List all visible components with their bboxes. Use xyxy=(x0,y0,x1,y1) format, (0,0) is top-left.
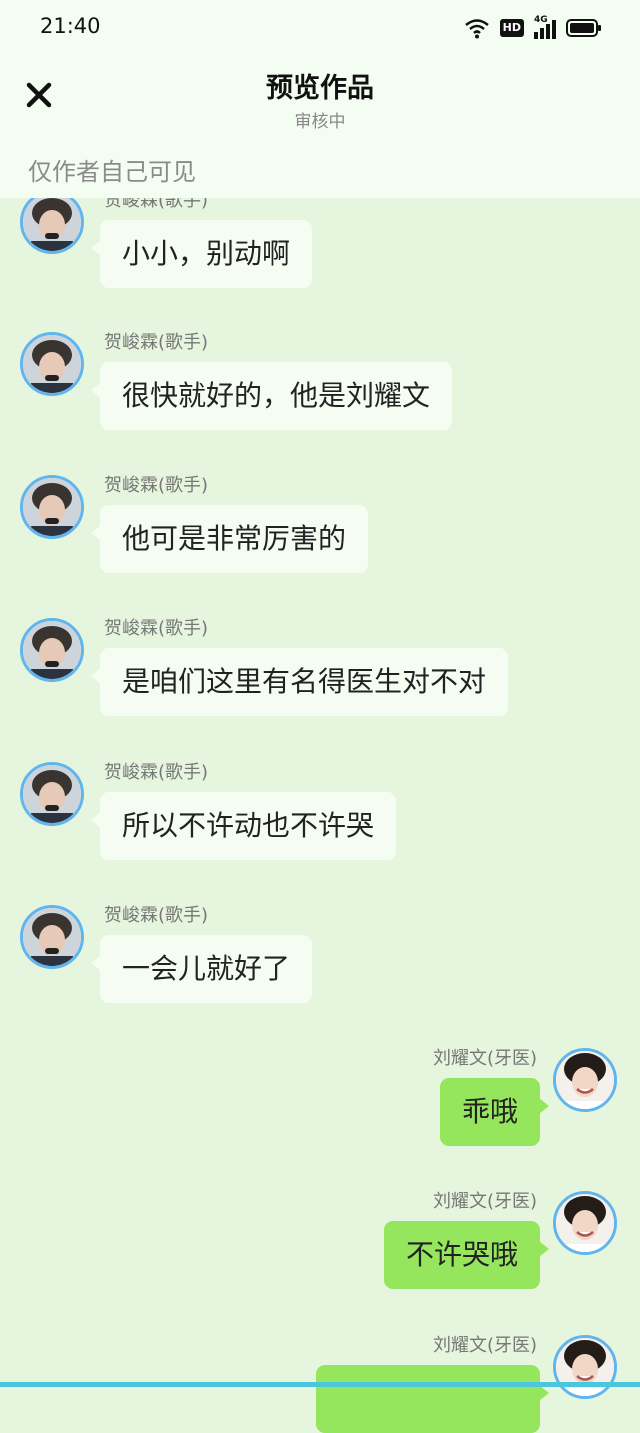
dentist-avatar[interactable] xyxy=(553,1335,617,1399)
singer-avatar[interactable] xyxy=(20,618,84,682)
message-bubble[interactable]: 一会儿就好了 xyxy=(90,935,313,1003)
message-bubble[interactable]: 很快就好的，他是刘耀文 xyxy=(90,362,453,430)
sender-name: 贺峻霖(歌手) xyxy=(104,762,209,783)
status-time: 21:40 xyxy=(40,14,101,38)
sender-name: 刘耀文(牙医) xyxy=(432,1335,537,1356)
sender-name: 贺峻霖(歌手) xyxy=(104,905,209,926)
singer-avatar[interactable] xyxy=(20,905,84,969)
message-bubble[interactable]: 他可是非常厉害的 xyxy=(90,505,369,573)
network-label: 4G xyxy=(534,15,548,25)
singer-avatar[interactable] xyxy=(20,332,84,396)
page-title: 预览作品 xyxy=(266,73,374,104)
singer-avatar[interactable] xyxy=(20,475,84,539)
chat-area[interactable]: 贺峻霖(歌手) 小小，别动啊 贺峻霖(歌手) 很快就好的，他是刘耀文 贺峻霖(歌… xyxy=(0,0,640,1433)
sender-name: 贺峻霖(歌手) xyxy=(104,618,209,639)
status-icons: HD 4G xyxy=(464,14,602,42)
message-bubble[interactable]: 不许哭哦 xyxy=(383,1221,550,1289)
message-bubble[interactable]: 小小，别动啊 xyxy=(90,220,313,288)
message-bubble[interactable] xyxy=(316,1365,549,1433)
singer-avatar[interactable] xyxy=(20,190,84,254)
visibility-note: 仅作者自己可见 xyxy=(28,158,196,186)
battery-icon xyxy=(566,19,601,37)
dentist-avatar[interactable] xyxy=(553,1191,617,1255)
sender-name: 刘耀文(牙医) xyxy=(432,1191,537,1212)
message-bubble[interactable]: 所以不许动也不许哭 xyxy=(90,792,397,860)
bottom-indicator xyxy=(0,1382,640,1387)
message-bubble[interactable]: 是咱们这里有名得医生对不对 xyxy=(90,648,509,716)
singer-avatar[interactable] xyxy=(20,762,84,826)
header: 21:40 HD 4G 预览作品 审核中 仅作者自己可见 xyxy=(0,0,640,198)
sender-name: 贺峻霖(歌手) xyxy=(104,475,209,496)
wifi-icon xyxy=(464,19,489,39)
sender-name: 刘耀文(牙医) xyxy=(432,1048,537,1069)
dentist-avatar[interactable] xyxy=(553,1048,617,1112)
hd-icon: HD xyxy=(499,19,524,37)
review-status: 审核中 xyxy=(294,112,346,132)
signal-icon: 4G xyxy=(534,15,556,39)
sender-name: 贺峻霖(歌手) xyxy=(104,332,209,353)
message-bubble[interactable]: 乖哦 xyxy=(439,1078,550,1146)
